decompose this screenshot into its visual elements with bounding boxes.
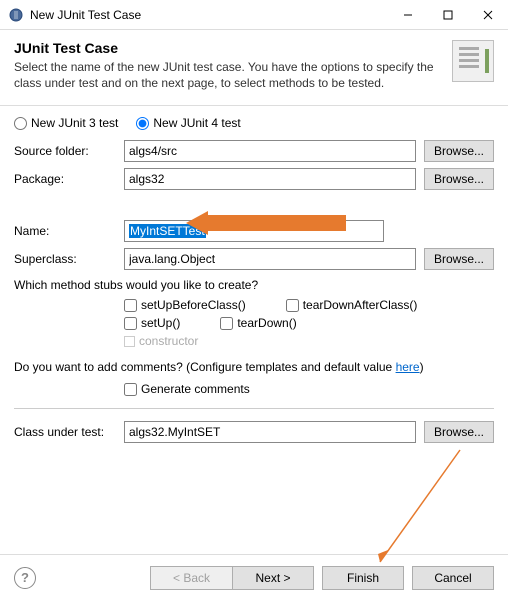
name-input[interactable]: MyIntSETTest [124,220,384,242]
package-label: Package: [14,172,124,186]
stubs-question: Which method stubs would you like to cre… [14,278,494,292]
source-folder-input[interactable] [124,140,416,162]
finish-button[interactable]: Finish [322,566,404,590]
radio-junit4[interactable]: New JUnit 4 test [136,116,240,130]
close-button[interactable] [468,1,508,29]
page-description: Select the name of the new JUnit test ca… [14,60,442,91]
wizard-icon [452,40,494,82]
superclass-label: Superclass: [14,252,124,266]
superclass-browse-button[interactable]: Browse... [424,248,494,270]
checkbox-setup[interactable]: setUp() [124,316,180,330]
cancel-button[interactable]: Cancel [412,566,494,590]
source-browse-button[interactable]: Browse... [424,140,494,162]
window-title: New JUnit Test Case [30,8,388,22]
package-input[interactable] [124,168,416,190]
wizard-header: JUnit Test Case Select the name of the n… [0,30,508,106]
class-under-test-label: Class under test: [14,425,124,439]
source-folder-label: Source folder: [14,144,124,158]
checkbox-teardown[interactable]: tearDown() [220,316,296,330]
app-icon [8,7,24,23]
next-button[interactable]: Next > [232,566,314,590]
checkbox-constructor: constructor [124,334,198,348]
titlebar: New JUnit Test Case [0,0,508,30]
back-button: < Back [150,566,232,590]
checkbox-generate-comments[interactable]: Generate comments [124,382,494,396]
page-title: JUnit Test Case [14,40,442,56]
divider [14,408,494,409]
class-browse-button[interactable]: Browse... [424,421,494,443]
configure-link[interactable]: here [396,360,420,374]
checkbox-teardownafterclass[interactable]: tearDownAfterClass() [286,298,418,312]
junit-version-group: New JUnit 3 test New JUnit 4 test [14,116,494,130]
package-browse-button[interactable]: Browse... [424,168,494,190]
class-under-test-input[interactable] [124,421,416,443]
name-label: Name: [14,224,124,238]
maximize-button[interactable] [428,1,468,29]
radio-junit3[interactable]: New JUnit 3 test [14,116,118,130]
comments-question: Do you want to add comments? (Configure … [14,360,494,374]
minimize-button[interactable] [388,1,428,29]
checkbox-setupbeforeclass[interactable]: setUpBeforeClass() [124,298,246,312]
button-bar: ? < Back Next > Finish Cancel [0,554,508,600]
superclass-input[interactable] [124,248,416,270]
help-icon[interactable]: ? [14,567,36,589]
